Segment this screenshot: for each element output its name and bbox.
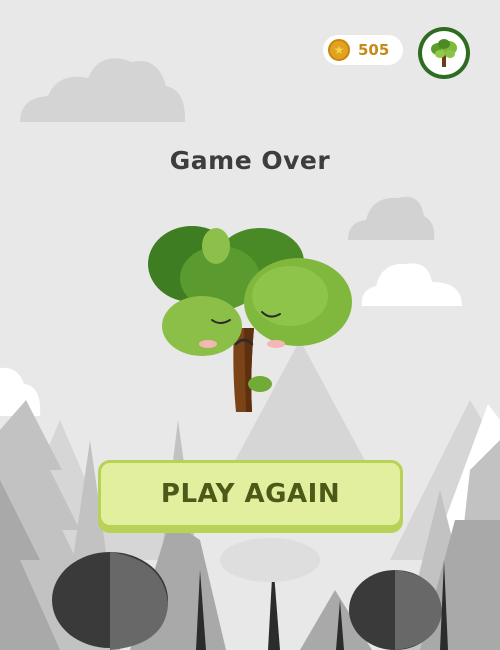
mist	[220, 538, 320, 582]
coin-count: 505	[358, 41, 390, 59]
tree-avatar-icon	[431, 39, 457, 67]
sad-tree-character	[148, 226, 352, 412]
play-again-button[interactable]: PLAY AGAIN	[98, 460, 403, 528]
play-again-label: PLAY AGAIN	[160, 479, 341, 509]
tree-avatar-button[interactable]	[418, 27, 470, 79]
coin-counter: ★ 505	[323, 35, 403, 65]
game-over-screen: ★ 505 Game Over PLAY AGAIN	[0, 0, 500, 650]
game-over-title: Game Over	[169, 146, 331, 175]
star-coin-icon: ★	[328, 39, 350, 61]
avatar	[422, 31, 466, 75]
